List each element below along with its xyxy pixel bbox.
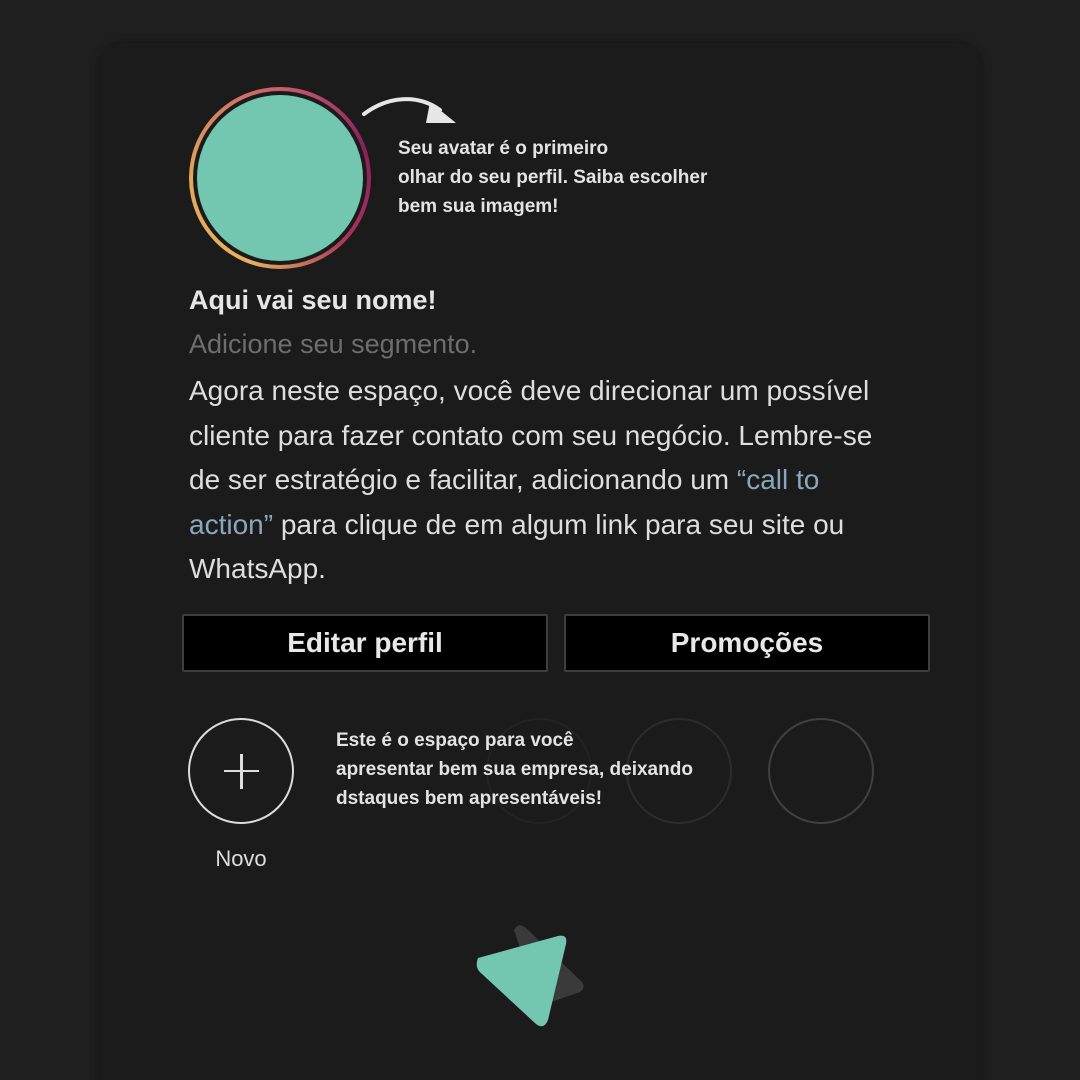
triangle-logo-icon [476,925,584,1027]
profile-bio: Agora neste espaço, você deve direcionar… [189,369,909,592]
promotions-button[interactable]: Promoções [564,614,930,672]
avatar-hint: Seu avatar é o primeiro olhar do seu per… [398,138,708,217]
bio-text-end: para clique de em algum link para seu si… [189,508,845,585]
highlights-hint: Este é o espaço para você apresentar bem… [336,730,693,809]
profile-name: Aqui vai seu nome! [189,285,437,315]
new-highlight-button[interactable] [188,718,294,824]
new-highlight-label: Novo [215,846,267,871]
profile-segment: Adicione seu segmento. [189,329,478,359]
edit-profile-button[interactable]: Editar perfil [182,614,548,672]
avatar[interactable] [197,95,363,261]
profile-template: Seu avatar é o primeiro olhar do seu per… [0,0,1080,1080]
highlight-placeholder[interactable] [768,718,874,824]
curved-arrow-icon [362,97,456,123]
plus-vertical [240,754,243,789]
avatar-ring [189,87,371,269]
